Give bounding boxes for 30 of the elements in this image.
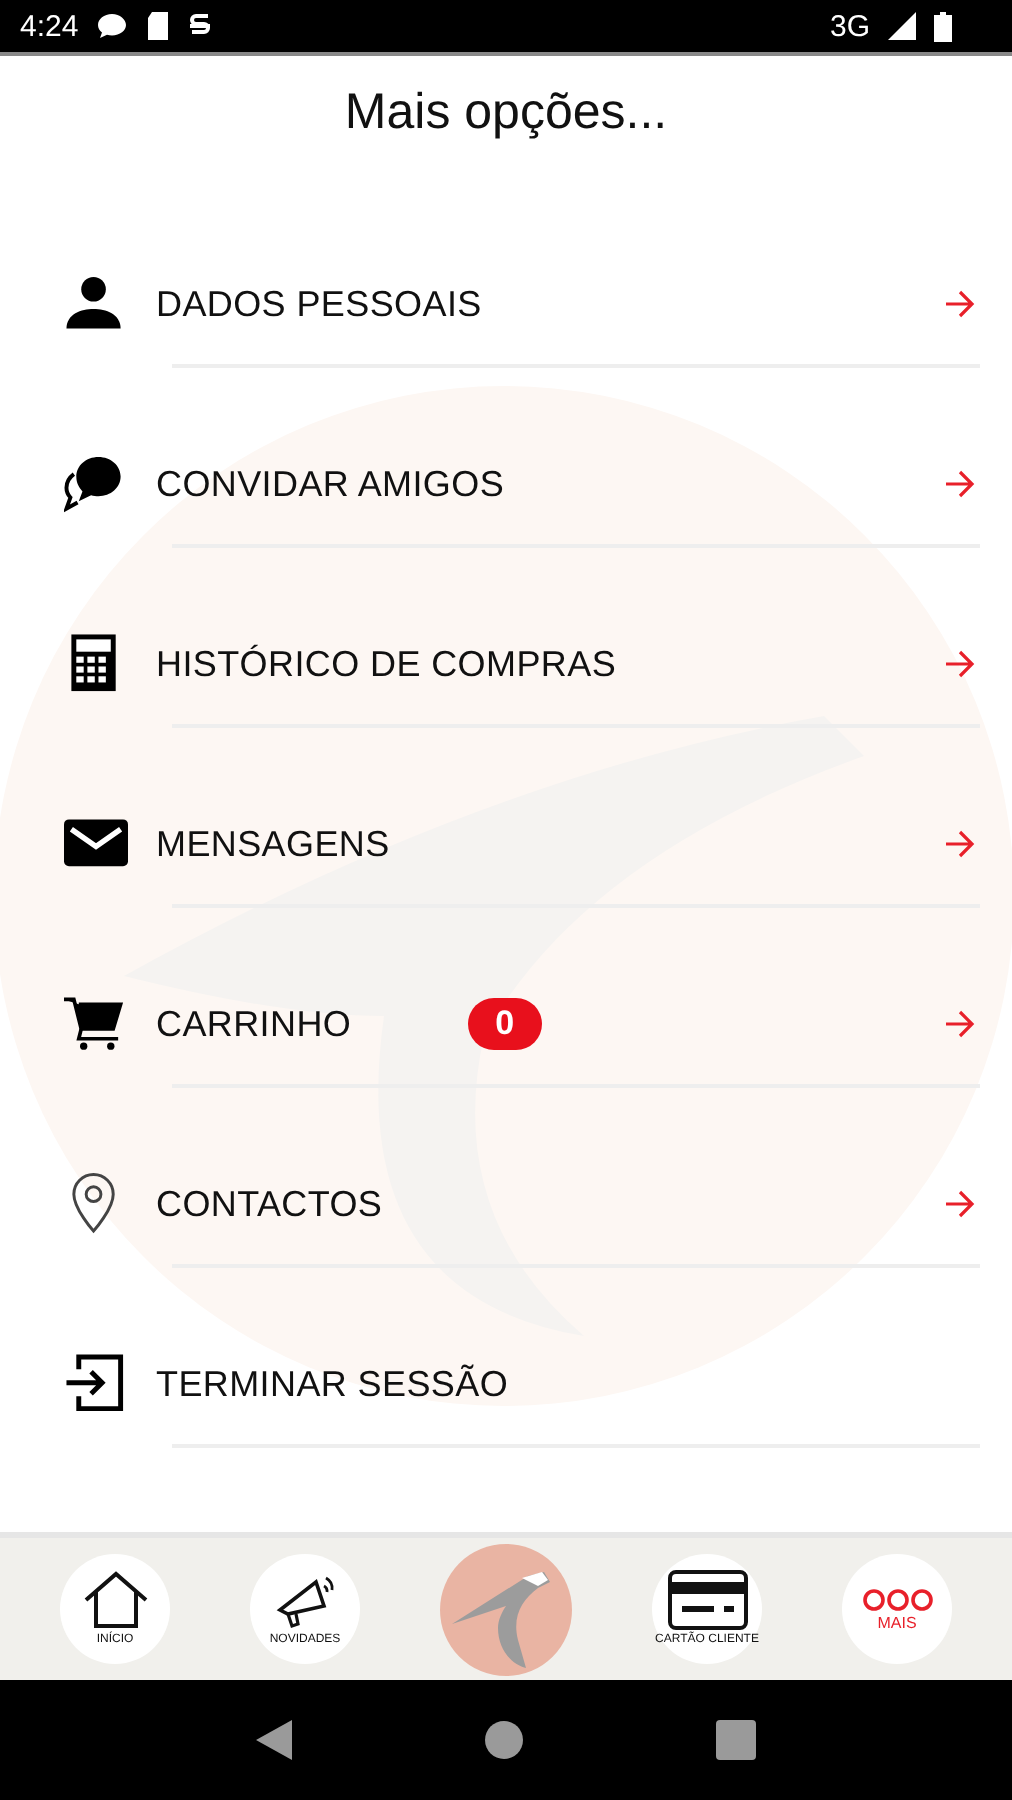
menu-label: HISTÓRICO DE COMPRAS bbox=[156, 643, 617, 685]
menu-label: DADOS PESSOAIS bbox=[156, 283, 482, 325]
menu-label: CONVIDAR AMIGOS bbox=[156, 463, 505, 505]
menu-label: MENSAGENS bbox=[156, 823, 390, 865]
nav-tab[interactable]: MAIS bbox=[842, 1554, 952, 1664]
logout-icon bbox=[64, 1352, 128, 1416]
recents-icon bbox=[716, 1720, 756, 1760]
arrow-right-icon bbox=[944, 650, 976, 678]
arrow-right-icon bbox=[944, 1190, 976, 1218]
menu-label: CARRINHO bbox=[156, 1003, 352, 1045]
clock: 4:24 bbox=[20, 9, 79, 43]
battery-icon bbox=[934, 11, 952, 41]
credit-card-icon bbox=[667, 1570, 747, 1630]
arrow-right-icon bbox=[944, 830, 976, 858]
network-type: 3G bbox=[829, 9, 870, 43]
cart-icon bbox=[64, 992, 128, 1056]
back-icon bbox=[256, 1720, 292, 1760]
menu-label: CONTACTOS bbox=[156, 1183, 383, 1225]
menu-label: TERMINAR SESSÃO bbox=[156, 1363, 509, 1405]
house-icon bbox=[81, 1570, 149, 1630]
arrow-right-icon bbox=[944, 290, 976, 318]
sd-card-icon bbox=[146, 12, 171, 40]
home-circle-icon bbox=[484, 1720, 524, 1760]
chat-icon bbox=[96, 12, 129, 40]
arrow-right-icon bbox=[944, 470, 976, 498]
arrow-right-icon bbox=[944, 1010, 976, 1038]
page-title: Mais opções... bbox=[344, 84, 668, 142]
signal-icon bbox=[888, 12, 916, 40]
three-circles-icon bbox=[861, 1588, 933, 1612]
logo-button[interactable] bbox=[440, 1543, 572, 1675]
